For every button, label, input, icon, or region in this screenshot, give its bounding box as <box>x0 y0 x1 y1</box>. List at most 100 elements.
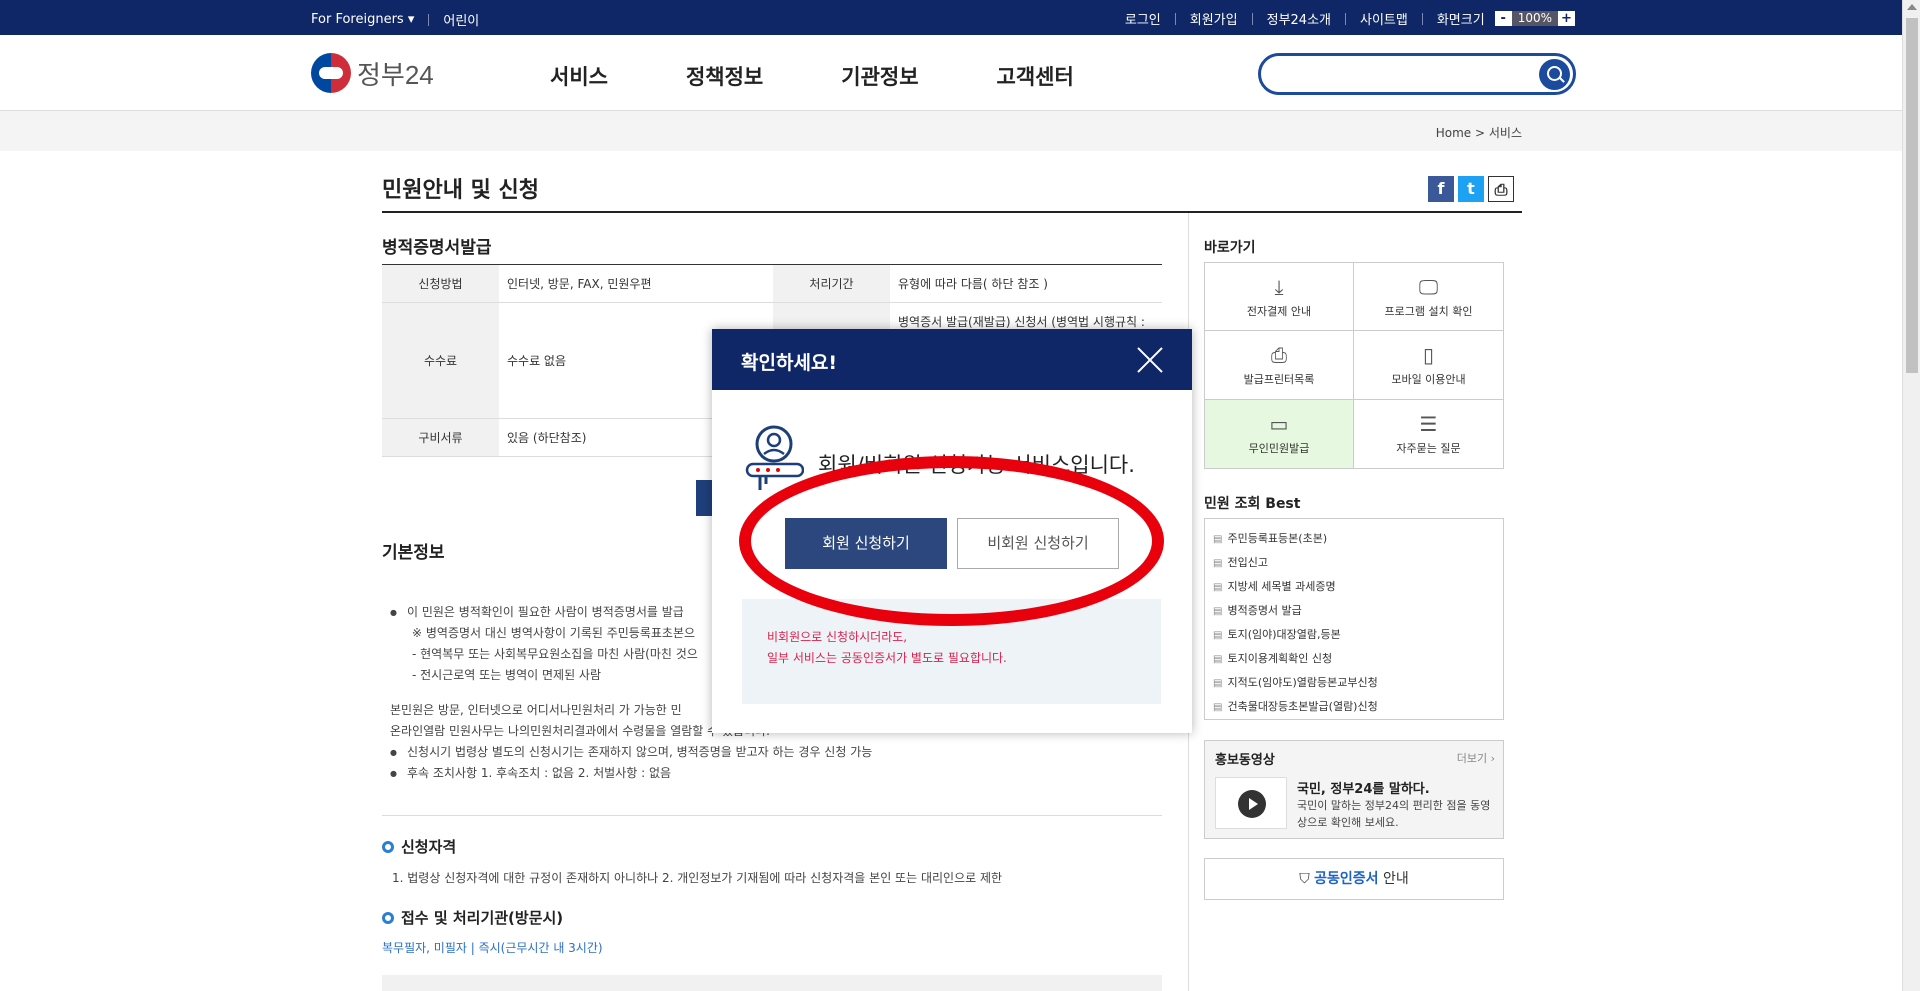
divider <box>1251 12 1253 25</box>
breadcrumb-home[interactable]: Home <box>1436 126 1471 140</box>
best-item[interactable]: 전입신고 <box>1213 551 1495 575</box>
quick-link-label: 모바일 이용안내 <box>1391 372 1466 386</box>
mobile-icon: ▯ <box>1422 342 1434 367</box>
facebook-icon[interactable]: f <box>1428 176 1454 202</box>
basic-info-title: 기본정보 <box>382 543 445 563</box>
about-link[interactable]: 정부24소개 <box>1267 9 1331 28</box>
table-cell: 유형에 따라 다름( 하단 참조 ) <box>890 264 1162 303</box>
quick-link-printer-list[interactable]: ⎙ 발급프린터목록 <box>1205 331 1354 400</box>
office-heading: 접수 및 처리기관(방문시) <box>382 907 563 928</box>
promo-title: 홍보동영상 <box>1215 753 1275 768</box>
table-cell: 인터넷, 방문, FAX, 민원우편 <box>499 264 773 303</box>
best-item[interactable]: 병적증명서 발급 <box>1213 599 1495 623</box>
play-icon[interactable] <box>1238 790 1266 818</box>
page-title: 민원안내 및 신청 <box>382 178 539 203</box>
scrollbar[interactable] <box>1902 0 1920 991</box>
chat-icon: ☰ <box>1419 411 1438 436</box>
list-item: 후속 조치사항 1. 후속조치 : 없음 2. 처벌사항 : 없음 <box>390 763 1150 784</box>
divider <box>1174 12 1176 25</box>
quick-link-faq[interactable]: ☰ 자주묻는 질문 <box>1354 400 1503 468</box>
best-item[interactable]: 지적도(임야도)열람등본교부신청 <box>1213 671 1495 695</box>
breadcrumb-current[interactable]: 서비스 <box>1489 126 1522 140</box>
circle-bullet-icon <box>382 911 394 924</box>
shield-icon: ⛉ <box>1299 871 1315 887</box>
section-divider <box>382 815 1162 816</box>
scroll-up-icon[interactable] <box>1907 4 1917 10</box>
nav-agency-info[interactable]: 기관정보 <box>841 61 918 91</box>
zoom-out-button[interactable]: - <box>1494 11 1512 26</box>
best-item[interactable]: 토지이용계획확인 신청 <box>1213 647 1495 671</box>
office-title: 접수 및 처리기관(방문시) <box>401 909 564 927</box>
notice-line-2: 일부 서비스는 공동인증서가 별도로 필요합니다. <box>767 651 1007 665</box>
scroll-thumb[interactable] <box>1906 18 1918 373</box>
zoom-in-button[interactable]: + <box>1558 11 1575 26</box>
main-nav: 서비스 정책정보 기관정보 고객센터 <box>550 61 1152 91</box>
utility-bar: For Foreigners ▾ 어린이 로그인 회원가입 정부24소개 사이트… <box>0 0 1902 35</box>
best-list: 주민등록표등본(초본) 전입신고 지방세 세목별 과세증명 병적증명서 발급 토… <box>1204 518 1504 720</box>
header: 정부24 서비스 정책정보 기관정보 고객센터 <box>0 35 1902 111</box>
divider <box>1421 12 1423 25</box>
divider <box>1345 12 1346 25</box>
quick-link-label: 자주묻는 질문 <box>1396 441 1461 455</box>
table-header: 신청방법 <box>382 264 499 303</box>
monitor-icon: 🖵 <box>1418 274 1439 299</box>
sitemap-link[interactable]: 사이트맵 <box>1360 9 1408 28</box>
nav-policy-info[interactable]: 정책정보 <box>686 61 763 91</box>
twitter-icon[interactable]: t <box>1458 176 1484 202</box>
qualification-title: 신청자격 <box>401 838 457 856</box>
quick-link-mobile[interactable]: ▯ 모바일 이용안내 <box>1354 331 1503 400</box>
circle-bullet-icon <box>382 840 394 853</box>
search-icon[interactable] <box>1539 59 1570 90</box>
promo-more-link[interactable]: 더보기 › <box>1457 750 1495 766</box>
quick-link-program-check[interactable]: 🖵 프로그램 설치 확인 <box>1354 263 1503 332</box>
best-item[interactable]: 주민등록표등본(초본) <box>1213 527 1495 551</box>
office-table-header <box>382 975 1162 991</box>
breadcrumb-separator: > <box>1474 126 1486 140</box>
best-title: 민원 조회 Best <box>1204 496 1301 512</box>
quick-link-label: 전자결제 안내 <box>1246 304 1312 318</box>
quick-links-title: 바로가기 <box>1204 240 1256 256</box>
share-buttons: f t ⎙ <box>1428 176 1514 202</box>
certificate-guide-button[interactable]: ⛉ 공동인증서 안내 <box>1204 858 1504 900</box>
print-icon[interactable]: ⎙ <box>1488 176 1514 202</box>
best-item[interactable]: 토지(임야)대장열람,등본 <box>1213 623 1495 647</box>
promo-description: 국민이 말하는 정부24의 편리한 점을 동영상으로 확인해 보세요. <box>1297 799 1491 829</box>
notice-line-1: 비회원으로 신청하시더라도, <box>767 630 908 644</box>
quick-link-label: 무인민원발급 <box>1248 441 1310 455</box>
download-icon: ⤓ <box>1274 274 1284 299</box>
logo-text: 정부24 <box>357 59 434 90</box>
table-header: 처리기간 <box>773 264 890 303</box>
list-item: 신청시기 법령상 별도의 신청시기는 존재하지 않으며, 병적증명을 받고자 하… <box>390 742 1150 763</box>
kiosk-icon: ▭ <box>1269 411 1289 436</box>
best-item[interactable]: 건축물대장등초본발급(열람)신청 <box>1213 695 1495 719</box>
close-icon[interactable] <box>1136 346 1164 374</box>
logo[interactable]: 정부24 <box>311 53 434 93</box>
search-input[interactable] <box>1258 53 1576 95</box>
nav-services[interactable]: 서비스 <box>550 61 608 91</box>
divider <box>428 13 430 26</box>
table-header: 구비서류 <box>382 418 499 457</box>
signup-link[interactable]: 회원가입 <box>1190 9 1238 28</box>
quick-link-e-payment[interactable]: ⤓ 전자결제 안내 <box>1205 263 1354 332</box>
qualification-heading: 신청자격 <box>382 836 456 857</box>
kids-link[interactable]: 어린이 <box>443 10 479 29</box>
cert-label-blue: 공동인증서 <box>1314 871 1379 887</box>
breadcrumb-strip: Home > 서비스 <box>0 111 1902 151</box>
promo-thumbnail[interactable] <box>1215 777 1287 829</box>
page: For Foreigners ▾ 어린이 로그인 회원가입 정부24소개 사이트… <box>0 0 1920 991</box>
nav-customer-center[interactable]: 고객센터 <box>997 61 1074 91</box>
promo-headline[interactable]: 국민, 정부24를 말하다. <box>1297 778 1430 797</box>
cert-label-rest: 안내 <box>1378 871 1409 887</box>
qualification-text: 1. 법령상 신청자격에 대한 규정이 존재하지 아니하나 2. 개인정보가 기… <box>392 871 1003 885</box>
office-text[interactable]: 복무필자, 미필자 | 즉시(근무시간 내 3시간) <box>382 939 603 956</box>
quick-links-grid: ⤓ 전자결제 안내 🖵 프로그램 설치 확인 ⎙ 발급프린터목록 ▯ 모바일 이… <box>1204 262 1504 469</box>
modal-header: 확인하세요! <box>712 329 1192 390</box>
table-header: 수수료 <box>382 302 499 419</box>
breadcrumb: Home > 서비스 <box>1436 124 1522 141</box>
table-row: 신청방법 인터넷, 방문, FAX, 민원우편 처리기간 유형에 따라 다름( … <box>382 264 1162 303</box>
for-foreigners-link[interactable]: For Foreigners ▾ <box>311 12 414 27</box>
quick-link-kiosk[interactable]: ▭ 무인민원발급 <box>1205 399 1354 468</box>
best-item[interactable]: 지방세 세목별 과세증명 <box>1213 575 1495 599</box>
login-link[interactable]: 로그인 <box>1125 9 1161 28</box>
taegeuk-logo-icon <box>311 53 351 93</box>
